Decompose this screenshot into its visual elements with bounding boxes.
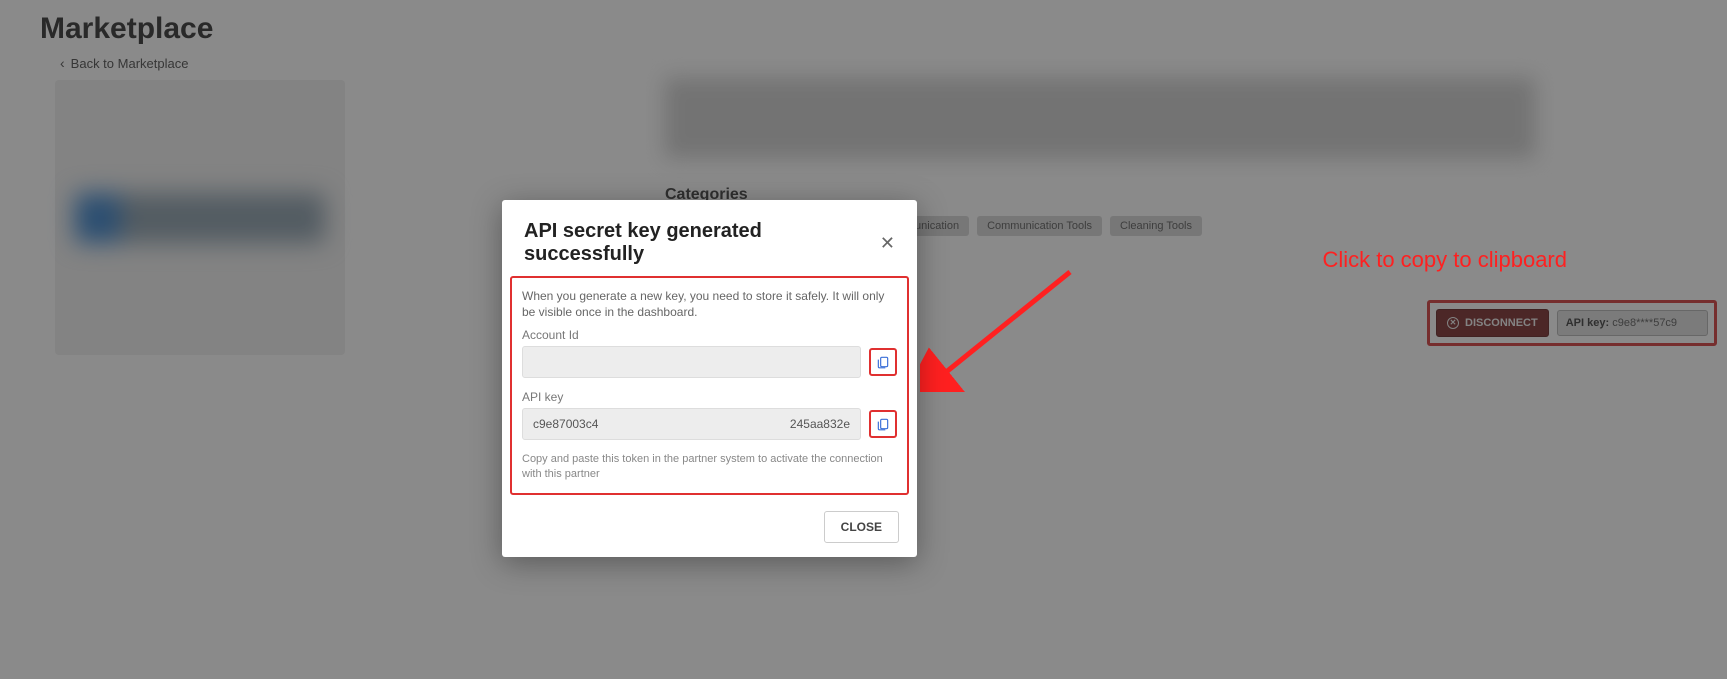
account-id-label: Account Id xyxy=(522,328,897,342)
modal-body-highlight: When you generate a new key, you need to… xyxy=(510,276,909,495)
api-key-modal: API secret key generated successfully ✕ … xyxy=(502,200,917,557)
copy-account-id-button[interactable] xyxy=(869,348,897,376)
api-key-value-left: c9e87003c4 xyxy=(533,417,598,431)
modal-close-button[interactable]: ✕ xyxy=(880,234,895,252)
api-key-input[interactable]: c9e87003c4 245aa832e xyxy=(522,408,861,440)
copy-api-key-button[interactable] xyxy=(869,410,897,438)
modal-close-footer-button[interactable]: CLOSE xyxy=(824,511,899,543)
modal-description: When you generate a new key, you need to… xyxy=(522,288,897,320)
close-icon: ✕ xyxy=(880,233,895,253)
annotation-copy-hint: Click to copy to clipboard xyxy=(1322,247,1567,273)
account-id-input[interactable] xyxy=(522,346,861,378)
modal-title: API secret key generated successfully xyxy=(524,220,880,266)
api-key-helper-text: Copy and paste this token in the partner… xyxy=(522,452,897,481)
api-key-label: API key xyxy=(522,390,897,404)
clipboard-icon xyxy=(876,355,890,369)
api-key-value-right: 245aa832e xyxy=(790,417,850,431)
clipboard-icon xyxy=(876,417,890,431)
